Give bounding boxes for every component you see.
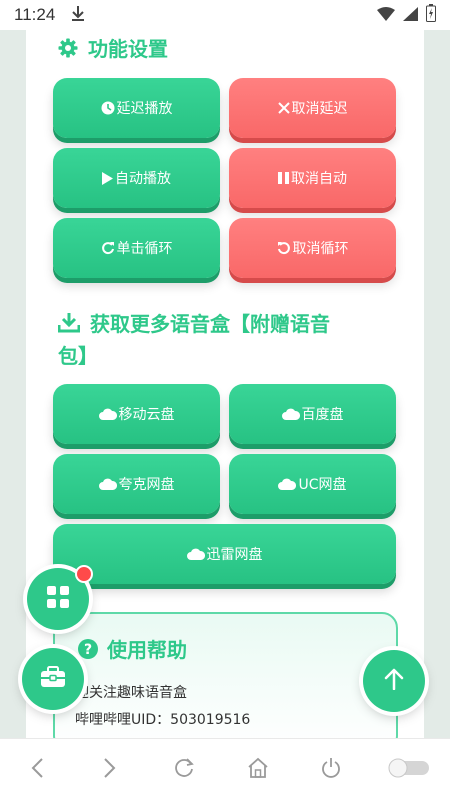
refresh-icon	[173, 757, 195, 783]
nav-forward-button[interactable]	[90, 750, 130, 790]
xunlei-pan-button[interactable]: 迅雷网盘	[53, 524, 396, 584]
nav-back-button[interactable]	[17, 750, 57, 790]
functions-title-text: 功能设置	[88, 37, 168, 61]
help-card: ? 使用帮助 迎关注趣味语音盒 哔哩哔哩UID：503019516 抖音号码：1…	[53, 612, 398, 752]
quark-pan-button[interactable]: 夸克网盘	[53, 454, 220, 514]
pause-icon	[278, 172, 289, 184]
cancel-loop-button[interactable]: 取消循环	[229, 218, 396, 278]
cancel-auto-button[interactable]: 取消自动	[229, 148, 396, 208]
cloud-icon	[278, 478, 297, 490]
download-status-icon	[71, 5, 85, 25]
toggle-off-icon	[387, 757, 431, 783]
help-title-text: 使用帮助	[107, 638, 187, 662]
status-bar: 11:24	[0, 0, 450, 30]
grid-icon	[46, 585, 70, 613]
help-line-welcome: 迎关注趣味语音盒	[75, 685, 187, 701]
gear-icon	[58, 36, 78, 66]
single-loop-button[interactable]: 单击循环	[53, 218, 220, 278]
functions-title: 功能设置	[58, 34, 168, 66]
nav-power-button[interactable]	[311, 750, 351, 790]
nav-toggle-switch[interactable]	[385, 750, 433, 790]
close-icon	[277, 102, 290, 114]
quark-pan-label: 夸克网盘	[118, 477, 175, 493]
mobile-cloud-label: 移动云盘	[118, 407, 175, 423]
svg-text:?: ?	[84, 642, 92, 658]
notification-dot	[75, 565, 93, 583]
play-icon	[102, 171, 113, 185]
cancel-loop-label: 取消循环	[292, 241, 349, 257]
single-loop-label: 单击循环	[116, 241, 173, 257]
download-title-line1: 获取更多语音盒【附赠语音	[90, 312, 330, 336]
cloud-icon	[281, 408, 300, 420]
delay-play-button[interactable]: 延迟播放	[53, 78, 220, 138]
undo-icon	[277, 241, 291, 255]
download-title: 获取更多语音盒【附赠语音	[57, 309, 398, 341]
toolbox-button[interactable]	[22, 648, 84, 710]
help-title: ? 使用帮助	[77, 634, 187, 665]
question-icon: ?	[77, 638, 99, 665]
signal-icon	[403, 6, 418, 25]
browser-nav-bar	[0, 738, 450, 800]
chevron-right-icon	[103, 757, 117, 783]
battery-icon	[426, 4, 436, 26]
cloud-icon	[98, 478, 117, 490]
cancel-delay-button[interactable]: 取消延迟	[229, 78, 396, 138]
power-icon	[320, 757, 342, 783]
nav-home-button[interactable]	[238, 750, 278, 790]
cloud-icon	[186, 548, 205, 560]
status-time: 11:24	[14, 5, 56, 24]
xunlei-pan-label: 迅雷网盘	[206, 547, 263, 563]
download-title-line2: 包】	[58, 344, 98, 368]
download-icon	[57, 311, 81, 341]
cancel-delay-label: 取消延迟	[291, 101, 348, 117]
clock-icon	[101, 101, 115, 115]
toolbox-icon	[40, 666, 66, 692]
delay-play-label: 延迟播放	[116, 101, 173, 117]
home-icon	[247, 757, 269, 783]
nav-refresh-button[interactable]	[164, 750, 204, 790]
arrow-up-icon	[384, 668, 404, 694]
chevron-left-icon	[30, 757, 44, 783]
help-line-bilibili: 哔哩哔哩UID：503019516	[75, 712, 251, 728]
baidu-pan-label: 百度盘	[301, 407, 344, 423]
cancel-auto-label: 取消自动	[291, 171, 347, 187]
mobile-cloud-button[interactable]: 移动云盘	[53, 384, 220, 444]
uc-pan-button[interactable]: UC网盘	[229, 454, 396, 514]
auto-play-label: 自动播放	[115, 171, 171, 187]
cloud-icon	[98, 408, 117, 420]
wifi-icon	[377, 6, 395, 25]
auto-play-button[interactable]: 自动播放	[53, 148, 220, 208]
uc-pan-label: UC网盘	[298, 477, 347, 493]
redo-icon	[101, 241, 115, 255]
scroll-top-button[interactable]	[363, 650, 425, 712]
baidu-pan-button[interactable]: 百度盘	[229, 384, 396, 444]
